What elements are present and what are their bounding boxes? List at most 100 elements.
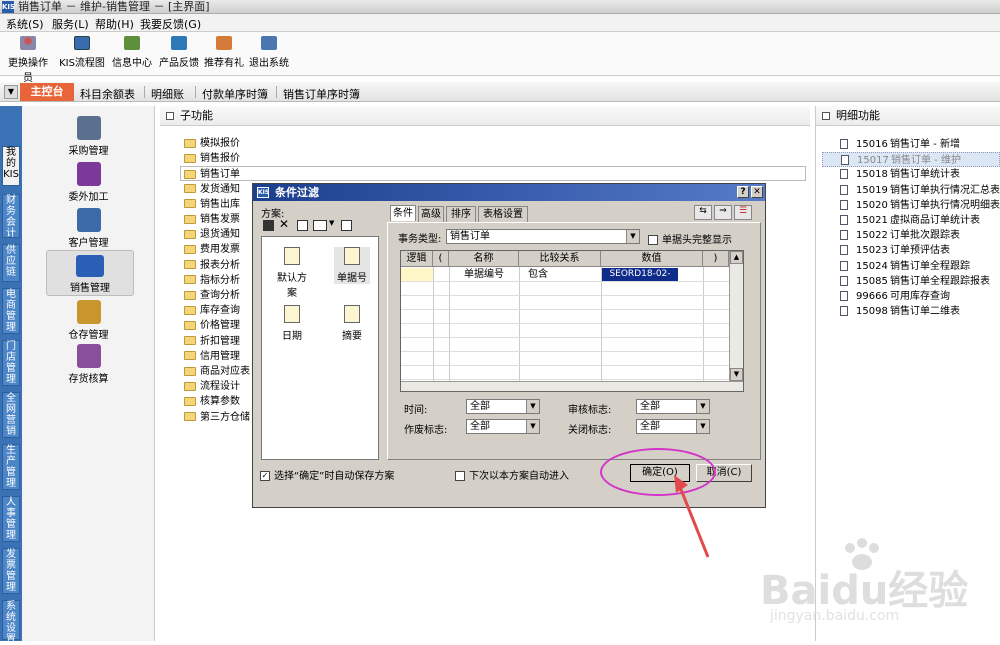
tree-item[interactable]: 流程设计 xyxy=(184,379,240,394)
detail-function-item[interactable]: 99666 可用库存查询 xyxy=(840,289,950,304)
copy-icon[interactable] xyxy=(297,220,308,231)
tree-item[interactable]: 核算参数 xyxy=(184,394,240,409)
tree-item[interactable]: 费用发票 xyxy=(184,242,240,257)
tab-sales-order-journal[interactable]: 销售订单序时簿 xyxy=(283,86,360,102)
auto-enter-checkbox[interactable]: 下次以本方案自动进入 xyxy=(455,467,569,482)
detail-function-item[interactable]: 15085 销售订单全程跟踪报表 xyxy=(840,274,990,289)
kis-flowchart-button[interactable]: KIS流程图 xyxy=(58,36,106,69)
tab-ledger[interactable]: 明细账 xyxy=(151,86,184,102)
exit-system-button[interactable]: 退出系统 xyxy=(245,36,293,69)
save-icon[interactable] xyxy=(263,220,274,231)
header-display-checkbox[interactable]: 单据头完整显示 xyxy=(648,231,732,246)
tab-sort[interactable]: 排序 xyxy=(446,206,476,222)
tree-item[interactable]: 信用管理 xyxy=(184,349,240,364)
rail-item-settings[interactable]: 系统设置 xyxy=(2,600,20,645)
grid-cell-relation[interactable]: 包含 xyxy=(519,268,557,281)
rail-item-ecommerce[interactable]: 电商管理 xyxy=(2,288,20,334)
grid-scrollbar[interactable]: ▲ ▼ xyxy=(729,251,743,381)
module-purchase[interactable]: 采购管理 xyxy=(22,116,155,157)
collapse-icon[interactable] xyxy=(166,112,174,120)
time-select[interactable]: 全部 ▼ xyxy=(466,399,540,414)
rail-item-production[interactable]: 生产管理 xyxy=(2,444,20,490)
grid-cell-value[interactable]: SEORD18-02-01002 xyxy=(602,268,678,292)
scheme-date[interactable]: 日期 xyxy=(274,305,310,342)
detail-function-item[interactable]: 15020 销售订单执行情况明细表 xyxy=(840,198,1000,213)
rail-item-supply-chain[interactable]: 供应链 xyxy=(2,244,20,282)
tree-item[interactable]: 退货通知 xyxy=(184,227,240,242)
tree-item[interactable]: 销售报价 xyxy=(184,151,240,166)
tab-table-settings[interactable]: 表格设置 xyxy=(478,206,528,222)
chevron-down-icon[interactable]: ▼ xyxy=(329,219,334,227)
help-icon[interactable]: ? xyxy=(737,186,749,198)
detail-function-item[interactable]: 15022 订单批次跟踪表 xyxy=(840,228,960,243)
tree-item[interactable]: 指标分析 xyxy=(184,273,240,288)
tab-main-console[interactable]: 主控台 xyxy=(20,83,74,101)
tab-conditions[interactable]: 条件 xyxy=(390,205,416,221)
grid-cell-name[interactable]: 单据编号 xyxy=(449,268,519,281)
detail-function-item[interactable]: 15098 销售订单二维表 xyxy=(840,304,960,319)
export-icon[interactable] xyxy=(341,220,352,231)
rail-item-my-kis[interactable]: 我的KIS xyxy=(2,146,20,186)
tree-item[interactable]: 发货通知 xyxy=(184,182,240,197)
tree-item[interactable]: 报表分析 xyxy=(184,258,240,273)
tree-item[interactable]: 查询分析 xyxy=(184,288,240,303)
add-row-icon[interactable]: ⇒ xyxy=(714,205,732,220)
detail-function-item[interactable]: 15019 销售订单执行情况汇总表 xyxy=(840,183,1000,198)
tab-payment-journal[interactable]: 付款单序时簿 xyxy=(202,86,268,102)
menu-feedback[interactable]: 我要反馈(G) xyxy=(140,16,201,32)
transaction-type-select[interactable]: 销售订单 ▼ xyxy=(446,229,640,244)
auto-save-checkbox[interactable]: ✓ 选择“确定”时自动保存方案 xyxy=(260,467,394,482)
tree-item[interactable]: 商品对应表 xyxy=(184,364,250,379)
product-feedback-button[interactable]: 产品反馈 xyxy=(155,36,203,69)
audit-flag-select[interactable]: 全部 ▼ xyxy=(636,399,710,414)
detail-function-item[interactable]: 15024 销售订单全程跟踪 xyxy=(840,259,970,274)
scroll-up-icon[interactable]: ▲ xyxy=(730,251,743,264)
chevron-down-icon[interactable]: ▼ xyxy=(4,85,18,99)
tree-item[interactable]: 第三方仓储 xyxy=(184,410,250,425)
grid-hscrollbar[interactable] xyxy=(401,381,743,391)
info-center-button[interactable]: 信息中心 xyxy=(108,36,156,69)
delete-row-icon[interactable]: ☰ xyxy=(734,205,752,220)
detail-function-item[interactable]: 15021 虚拟商品订单统计表 xyxy=(840,213,980,228)
scheme-default[interactable]: 默认方案 xyxy=(274,247,310,299)
change-operator-button[interactable]: 更换操作员 xyxy=(4,36,52,84)
detail-function-item[interactable]: 15016 销售订单 - 新增 xyxy=(840,137,960,152)
tree-item[interactable]: 销售出库 xyxy=(184,197,240,212)
close-icon[interactable]: ✕ xyxy=(751,186,763,198)
view-icon[interactable] xyxy=(313,220,327,231)
detail-function-item[interactable]: 15023 订单预评估表 xyxy=(840,243,950,258)
tree-item[interactable]: 折扣管理 xyxy=(184,334,240,349)
tree-item[interactable]: 销售发票 xyxy=(184,212,240,227)
detail-function-item[interactable]: 15017 销售订单 - 维护 xyxy=(822,152,1000,168)
rail-item-finance[interactable]: 财务会计 xyxy=(2,194,20,239)
menu-service[interactable]: 服务(L) xyxy=(52,16,89,32)
referral-gift-button[interactable]: 推荐有礼 xyxy=(200,36,248,69)
menu-system[interactable]: 系统(S) xyxy=(6,16,44,32)
module-customer[interactable]: 客户管理 xyxy=(22,208,155,249)
rail-item-store[interactable]: 门店管理 xyxy=(2,340,20,386)
module-warehouse[interactable]: 仓存管理 xyxy=(22,300,155,341)
tree-item-selected[interactable]: 销售订单 xyxy=(180,166,806,182)
tree-item[interactable]: 库存查询 xyxy=(184,303,240,318)
rail-item-invoice[interactable]: 发票管理 xyxy=(2,548,20,594)
module-outsourcing[interactable]: 委外加工 xyxy=(22,162,155,203)
scheme-bill-number[interactable]: 单据号 xyxy=(334,247,370,284)
module-sales[interactable]: 销售管理 xyxy=(46,250,134,296)
void-flag-select[interactable]: 全部 ▼ xyxy=(466,419,540,434)
module-inventory[interactable]: 存货核算 xyxy=(22,344,155,385)
tab-advanced[interactable]: 高级 xyxy=(418,206,444,222)
delete-icon[interactable]: ✕ xyxy=(279,217,289,231)
rail-item-marketing[interactable]: 全网营销 xyxy=(2,392,20,438)
tab-account-balance[interactable]: 科目余额表 xyxy=(80,86,135,102)
scheme-summary[interactable]: 摘要 xyxy=(334,305,370,342)
scroll-down-icon[interactable]: ▼ xyxy=(730,368,743,381)
rail-item-hr[interactable]: 人事管理 xyxy=(2,496,20,542)
detail-function-item[interactable]: 15018 销售订单统计表 xyxy=(840,167,960,182)
menu-help[interactable]: 帮助(H) xyxy=(95,16,134,32)
insert-row-icon[interactable]: ⇆ xyxy=(694,205,712,220)
tree-item[interactable]: 价格管理 xyxy=(184,318,240,333)
close-flag-select[interactable]: 全部 ▼ xyxy=(636,419,710,434)
collapse-icon[interactable] xyxy=(822,112,830,120)
grid-row-line xyxy=(401,351,729,352)
tree-item[interactable]: 模拟报价 xyxy=(184,136,240,151)
